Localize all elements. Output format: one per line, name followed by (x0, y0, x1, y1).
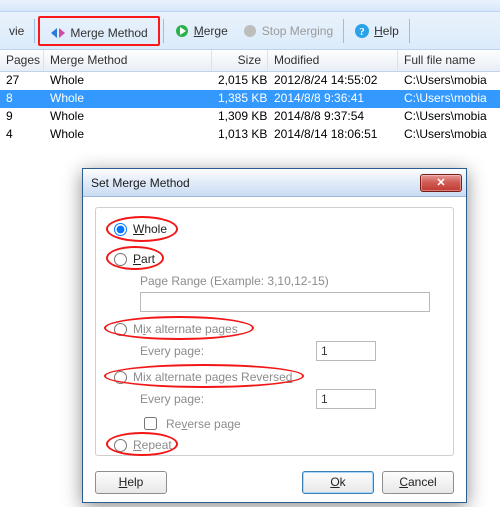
cancel-label: Cancel (399, 475, 436, 489)
stop-icon (242, 23, 258, 39)
table-row[interactable]: 27Whole2,015 KB2012/8/24 14:55:02C:\User… (0, 72, 500, 90)
table-cell: 2014/8/14 18:06:51 (268, 126, 398, 144)
radio-whole[interactable] (114, 223, 127, 236)
table-cell: 9 (0, 108, 44, 126)
help-button[interactable]: ? Help (347, 17, 406, 45)
dialog-help-button[interactable]: Help (95, 471, 167, 494)
svg-text:?: ? (359, 26, 365, 38)
col-full[interactable]: Full file name (398, 50, 500, 71)
table-cell: 2012/8/24 14:55:02 (268, 72, 398, 90)
option-part[interactable]: Part (114, 252, 155, 266)
merge-icon (174, 23, 190, 39)
table-cell: 8 (0, 90, 44, 108)
table-body: 27Whole2,015 KB2012/8/24 14:55:02C:\User… (0, 72, 500, 144)
checkbox-reverse[interactable] (144, 417, 157, 430)
annotation-merge-method-highlight: Merge Method (38, 16, 159, 46)
col-size[interactable]: Size (212, 50, 268, 71)
dialog-title: Set Merge Method (91, 176, 420, 190)
radio-mix-reversed[interactable] (114, 371, 127, 384)
toolbar-separator (34, 19, 35, 43)
dialog-titlebar[interactable]: Set Merge Method ✕ (83, 169, 466, 197)
table-row[interactable]: 4Whole1,013 KB2014/8/14 18:06:51C:\Users… (0, 126, 500, 144)
dialog-help-label: Help (119, 475, 144, 489)
dialog-button-bar: Help Ok Cancel (83, 462, 466, 502)
table-cell: 1,013 KB (212, 126, 268, 144)
option-repeat[interactable]: Repeat (114, 438, 172, 452)
option-whole-label: Whole (133, 222, 167, 236)
table-cell: 4 (0, 126, 44, 144)
table-cell: 2014/8/8 9:36:41 (268, 90, 398, 108)
toolbar-separator (409, 19, 410, 43)
ok-button[interactable]: Ok (302, 471, 374, 494)
option-mix-reversed-label: Mix alternate pages Reversed (133, 370, 292, 384)
radio-mix[interactable] (114, 323, 127, 336)
ok-label: Ok (330, 475, 345, 489)
option-mix-label: Mix alternate pages (133, 322, 238, 336)
table-header: Pages Merge Method Size Modified Full fi… (0, 50, 500, 72)
toolbar-separator (343, 19, 344, 43)
merge-label: Merge (194, 24, 228, 38)
stop-merging-label: Stop Merging (262, 24, 333, 38)
dialog-body: Whole Part Page Range (Example: 3,10,12-… (83, 197, 466, 462)
merge-method-label: Merge Method (70, 26, 147, 40)
merge-method-icon (50, 25, 66, 41)
toolbar-separator (163, 19, 164, 43)
table-cell: Whole (44, 108, 212, 126)
merge-method-button[interactable]: Merge Method (43, 19, 154, 47)
stop-merging-button: Stop Merging (235, 17, 340, 45)
option-part-label: Part (133, 252, 155, 266)
every-page-input-2[interactable] (316, 389, 376, 409)
options-group: Whole Part Page Range (Example: 3,10,12-… (95, 207, 454, 456)
radio-part[interactable] (114, 253, 127, 266)
table-cell: Whole (44, 126, 212, 144)
every-page-input-1[interactable] (316, 341, 376, 361)
table-cell: 1,385 KB (212, 90, 268, 108)
merge-button[interactable]: Merge (167, 17, 235, 45)
col-method[interactable]: Merge Method (44, 50, 212, 71)
help-label: Help (374, 24, 399, 38)
reverse-page-label: Reverse page (166, 417, 241, 431)
main-toolbar: vie Merge Method Merge Stop Merging ? He… (0, 12, 500, 50)
view-button-fragment[interactable]: vie (2, 17, 31, 45)
page-range-input[interactable] (140, 292, 430, 312)
close-button[interactable]: ✕ (420, 174, 462, 192)
option-repeat-label: Repeat (133, 438, 172, 452)
table-cell: 1,309 KB (212, 108, 268, 126)
col-pages[interactable]: Pages (0, 50, 44, 71)
table-cell: Whole (44, 90, 212, 108)
table-cell: C:\Users\mobia (398, 90, 500, 108)
table-cell: 2,015 KB (212, 72, 268, 90)
every-page-label-1: Every page: (140, 344, 204, 358)
option-mix-reversed[interactable]: Mix alternate pages Reversed (114, 370, 292, 384)
option-whole[interactable]: Whole (114, 222, 167, 236)
table-cell: 2014/8/8 9:37:54 (268, 108, 398, 126)
table-cell: C:\Users\mobia (398, 108, 500, 126)
table-cell: 27 (0, 72, 44, 90)
close-icon: ✕ (436, 176, 445, 189)
window-titlebar (0, 0, 500, 12)
table-cell: Whole (44, 72, 212, 90)
table-row[interactable]: 9Whole1,309 KB2014/8/8 9:37:54C:\Users\m… (0, 108, 500, 126)
page-range-hint: Page Range (Example: 3,10,12-15) (140, 274, 329, 288)
cancel-button[interactable]: Cancel (382, 471, 454, 494)
reverse-page-checkbox[interactable]: Reverse page (140, 414, 241, 433)
help-icon: ? (354, 23, 370, 39)
view-label: vie (9, 24, 24, 38)
table-cell: C:\Users\mobia (398, 126, 500, 144)
every-page-label-2: Every page: (140, 392, 204, 406)
col-modified[interactable]: Modified (268, 50, 398, 71)
table-cell: C:\Users\mobia (398, 72, 500, 90)
table-row[interactable]: 8Whole1,385 KB2014/8/8 9:36:41C:\Users\m… (0, 90, 500, 108)
option-mix[interactable]: Mix alternate pages (114, 322, 238, 336)
set-merge-method-dialog: Set Merge Method ✕ Whole Part Page Range… (82, 168, 467, 503)
radio-repeat[interactable] (114, 439, 127, 452)
